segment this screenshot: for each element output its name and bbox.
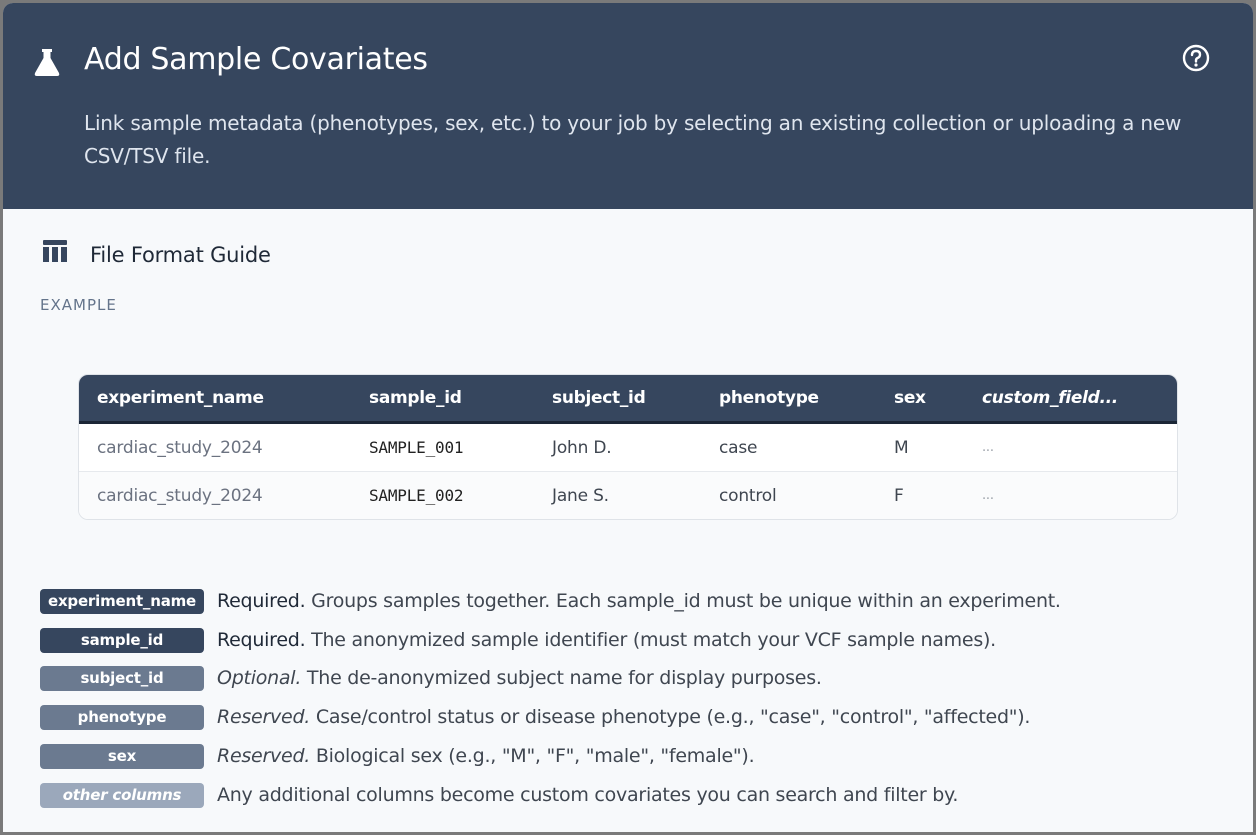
legend-description: Reserved. Case/control status or disease… bbox=[217, 706, 1031, 728]
help-button[interactable] bbox=[1181, 43, 1211, 73]
flask-icon bbox=[33, 47, 61, 77]
example-table: experiment_name sample_id subject_id phe… bbox=[78, 374, 1178, 520]
column-badge: other columns bbox=[40, 783, 204, 808]
column-header: sex bbox=[894, 388, 926, 408]
legend-description: Reserved. Biological sex (e.g., "M", "F"… bbox=[217, 745, 755, 767]
column-header: phenotype bbox=[719, 388, 819, 408]
modal-body: File Format Guide EXAMPLE experiment_nam… bbox=[3, 209, 1253, 832]
table-header: experiment_name sample_id subject_id phe… bbox=[79, 375, 1177, 424]
table-cell: Jane S. bbox=[552, 486, 609, 506]
table-cell: cardiac_study_2024 bbox=[97, 486, 263, 506]
legend-item: other columns Any additional columns bec… bbox=[40, 783, 1240, 809]
legend-description: Any additional columns become custom cov… bbox=[217, 784, 959, 806]
table-cell: ... bbox=[982, 440, 994, 455]
legend-item: phenotype Reserved. Case/control status … bbox=[40, 705, 1240, 731]
table-cell: SAMPLE_001 bbox=[369, 438, 464, 457]
modal-header: Add Sample Covariates Link sample metada… bbox=[3, 3, 1253, 209]
table-row: cardiac_study_2024 SAMPLE_002 Jane S. co… bbox=[79, 472, 1177, 519]
table-cell: control bbox=[719, 486, 777, 506]
column-header: sample_id bbox=[369, 388, 462, 408]
table-cell: SAMPLE_002 bbox=[369, 486, 464, 505]
modal-description: Link sample metadata (phenotypes, sex, e… bbox=[84, 111, 1182, 168]
section-title: File Format Guide bbox=[90, 243, 271, 267]
legend-description: Optional. The de-anonymized subject name… bbox=[217, 667, 822, 689]
covariates-modal: Add Sample Covariates Link sample metada… bbox=[3, 3, 1253, 832]
table-cell: M bbox=[894, 438, 909, 458]
column-badge: sample_id bbox=[40, 628, 204, 653]
help-circle-icon bbox=[1181, 43, 1211, 73]
column-badge: subject_id bbox=[40, 666, 204, 691]
table-cell: F bbox=[894, 486, 904, 506]
table-cell: ... bbox=[982, 488, 994, 503]
table-row: cardiac_study_2024 SAMPLE_001 John D. ca… bbox=[79, 424, 1177, 472]
legend-description: Required. Groups samples together. Each … bbox=[217, 590, 1061, 612]
table-cell: John D. bbox=[552, 438, 612, 458]
table-cell: cardiac_study_2024 bbox=[97, 438, 263, 458]
table-icon bbox=[43, 240, 67, 264]
column-header: custom_field... bbox=[982, 388, 1118, 408]
legend-description: Required. The anonymized sample identifi… bbox=[217, 629, 996, 651]
modal-title: Add Sample Covariates bbox=[84, 42, 428, 77]
table-cell: case bbox=[719, 438, 758, 458]
column-badge: phenotype bbox=[40, 705, 204, 730]
column-badge: experiment_name bbox=[40, 589, 204, 614]
legend-item: subject_id Optional. The de-anonymized s… bbox=[40, 666, 1240, 692]
legend-item: experiment_name Required. Groups samples… bbox=[40, 589, 1240, 615]
column-header: experiment_name bbox=[97, 388, 264, 408]
example-label: EXAMPLE bbox=[40, 296, 117, 314]
column-badge: sex bbox=[40, 744, 204, 769]
column-header: subject_id bbox=[552, 388, 646, 408]
legend-item: sample_id Required. The anonymized sampl… bbox=[40, 628, 1240, 654]
legend-item: sex Reserved. Biological sex (e.g., "M",… bbox=[40, 744, 1240, 770]
